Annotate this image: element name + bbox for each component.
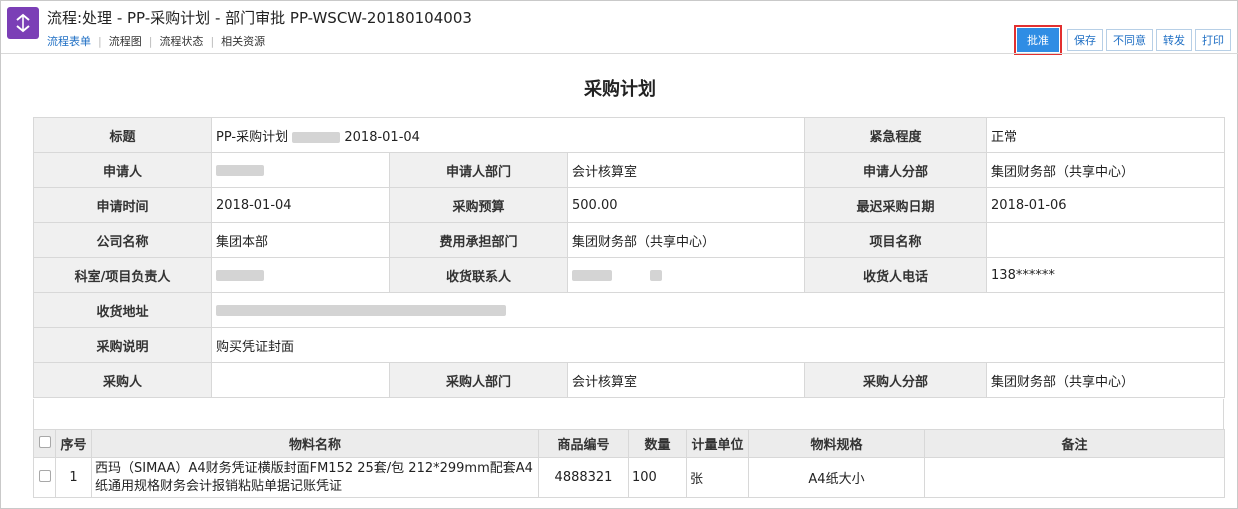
form-row-address: 收货地址 <box>33 292 1226 328</box>
tab-status[interactable]: 流程状态 <box>159 33 203 49</box>
label-applicant-dept: 申请人部门 <box>389 152 568 188</box>
budget-value: 500.00 <box>566 187 806 223</box>
workflow-app-icon <box>7 7 39 39</box>
redacted-text <box>572 269 612 281</box>
redacted-text <box>216 269 264 281</box>
apply-time-value: 2018-01-04 <box>211 187 390 223</box>
col-index: 序号 <box>55 429 92 458</box>
row-note <box>924 457 1225 498</box>
label-purchaser-dept: 采购人部门 <box>389 362 568 398</box>
label-subject: 标题 <box>33 117 212 153</box>
purchaser-value <box>211 362 390 398</box>
label-cost-dept: 费用承担部门 <box>389 222 568 258</box>
label-apply-time: 申请时间 <box>33 187 212 223</box>
row-select-cell <box>33 457 56 498</box>
redacted-text <box>292 131 341 143</box>
form-row-description: 采购说明 购买凭证封面 <box>33 327 1226 363</box>
subject-prefix: PP-采购计划 <box>216 129 289 145</box>
col-qty: 数量 <box>628 429 687 458</box>
applicant-value <box>211 152 390 188</box>
tab-flowchart[interactable]: 流程图 <box>109 33 142 49</box>
row-index: 1 <box>55 457 92 498</box>
label-applicant: 申请人 <box>33 152 212 188</box>
address-value <box>210 292 1226 328</box>
company-link[interactable]: 集团本部 <box>211 222 390 258</box>
forward-button[interactable]: 转发 <box>1156 29 1192 51</box>
row-code: 4888321 <box>538 457 629 498</box>
redacted-text <box>650 269 663 281</box>
redacted-text <box>216 164 264 176</box>
window-frame: 流程:处理 - PP-采购计划 - 部门审批 PP-WSCW-201801040… <box>0 0 1238 509</box>
items-table: 序号 物料名称 商品编号 数量 计量单位 物料规格 备注 1 西玛（SIMAA）… <box>33 429 1225 498</box>
action-toolbar: 批准 保存 不同意 转发 打印 <box>1014 25 1231 55</box>
tab-resources[interactable]: 相关资源 <box>221 33 265 49</box>
approve-button[interactable]: 批准 <box>1017 28 1059 52</box>
form-tabs: 流程表单 | 流程图 | 流程状态 | 相关资源 <box>47 33 265 49</box>
label-latest-date: 最迟采购日期 <box>804 187 988 223</box>
label-receiver-phone: 收货人电话 <box>804 257 988 293</box>
print-button[interactable]: 打印 <box>1195 29 1231 51</box>
label-receiver: 收货联系人 <box>389 257 568 293</box>
form-row-subject: 标题 PP-采购计划 2018-01-04 紧急程度 正常 <box>33 117 1226 153</box>
tab-separator: | <box>210 34 215 48</box>
project-name-value <box>986 222 1226 258</box>
page-title: 流程:处理 - PP-采购计划 - 部门审批 PP-WSCW-201801040… <box>47 9 472 27</box>
save-button[interactable]: 保存 <box>1067 29 1103 51</box>
approve-button-highlight[interactable]: 批准 <box>1014 25 1062 55</box>
col-note: 备注 <box>924 429 1225 458</box>
cost-dept-link[interactable]: 集团财务部（共享中心） <box>566 222 806 258</box>
form-row-applicant: 申请人 申请人部门 会计核算室 申请人分部 集团财务部（共享中心） <box>33 152 1226 188</box>
label-owner: 科室/项目负责人 <box>33 257 212 293</box>
applicant-division-link[interactable]: 集团财务部（共享中心） <box>986 152 1226 188</box>
disagree-button[interactable]: 不同意 <box>1106 29 1153 51</box>
table-row: 1 西玛（SIMAA）A4财务凭证横版封面FM152 25套/包 212*299… <box>33 457 1225 498</box>
label-project-name: 项目名称 <box>804 222 988 258</box>
col-spec: 物料规格 <box>748 429 925 458</box>
receiver-value <box>566 257 806 293</box>
subject-date: 2018-01-04 <box>344 129 420 145</box>
receiver-phone-value: 138****** <box>986 257 1226 293</box>
label-applicant-division: 申请人分部 <box>804 152 988 188</box>
description-value: 购买凭证封面 <box>210 327 1226 363</box>
label-purchaser: 采购人 <box>33 362 212 398</box>
tab-form[interactable]: 流程表单 <box>47 33 91 49</box>
row-checkbox[interactable] <box>38 469 51 482</box>
form-spacer <box>33 399 1224 429</box>
select-all-cell <box>33 429 56 458</box>
col-code: 商品编号 <box>538 429 629 458</box>
form-row-owner: 科室/项目负责人 收货联系人 收货人电话 138****** <box>33 257 1226 293</box>
label-purchaser-division: 采购人分部 <box>804 362 988 398</box>
label-company: 公司名称 <box>33 222 212 258</box>
col-unit: 计量单位 <box>686 429 749 458</box>
form-row-company: 公司名称 集团本部 费用承担部门 集团财务部（共享中心） 项目名称 <box>33 222 1226 258</box>
label-budget: 采购预算 <box>389 187 568 223</box>
owner-value <box>211 257 390 293</box>
redacted-text <box>216 304 506 316</box>
form-title: 采购计划 <box>584 79 656 100</box>
applicant-dept-link[interactable]: 会计核算室 <box>566 152 806 188</box>
label-address: 收货地址 <box>33 292 212 328</box>
subject-value: PP-采购计划 2018-01-04 <box>210 117 806 153</box>
tab-separator: | <box>98 34 102 48</box>
header-divider <box>1 53 1238 54</box>
purchaser-division-link[interactable]: 集团财务部（共享中心） <box>986 362 1226 398</box>
select-all-checkbox[interactable] <box>38 435 51 448</box>
form-row-time: 申请时间 2018-01-04 采购预算 500.00 最迟采购日期 2018-… <box>33 187 1226 223</box>
purchaser-dept-link[interactable]: 会计核算室 <box>566 362 806 398</box>
row-spec: A4纸大小 <box>748 457 925 498</box>
col-name: 物料名称 <box>91 429 539 458</box>
urgency-value: 正常 <box>986 117 1226 153</box>
purchase-form-table: 标题 PP-采购计划 2018-01-04 紧急程度 正常 申请人 申请人部门 … <box>33 117 1226 398</box>
label-urgency: 紧急程度 <box>804 117 988 153</box>
latest-date-value: 2018-01-06 <box>986 187 1226 223</box>
row-material-name: 西玛（SIMAA）A4财务凭证横版封面FM152 25套/包 212*299mm… <box>91 457 539 498</box>
items-header-row: 序号 物料名称 商品编号 数量 计量单位 物料规格 备注 <box>33 429 1225 458</box>
workflow-icon <box>16 13 30 33</box>
form-row-purchaser: 采购人 采购人部门 会计核算室 采购人分部 集团财务部（共享中心） <box>33 362 1226 398</box>
tab-separator: | <box>148 34 153 48</box>
row-qty: 100 <box>628 457 687 498</box>
row-unit: 张 <box>686 457 749 498</box>
label-description: 采购说明 <box>33 327 212 363</box>
